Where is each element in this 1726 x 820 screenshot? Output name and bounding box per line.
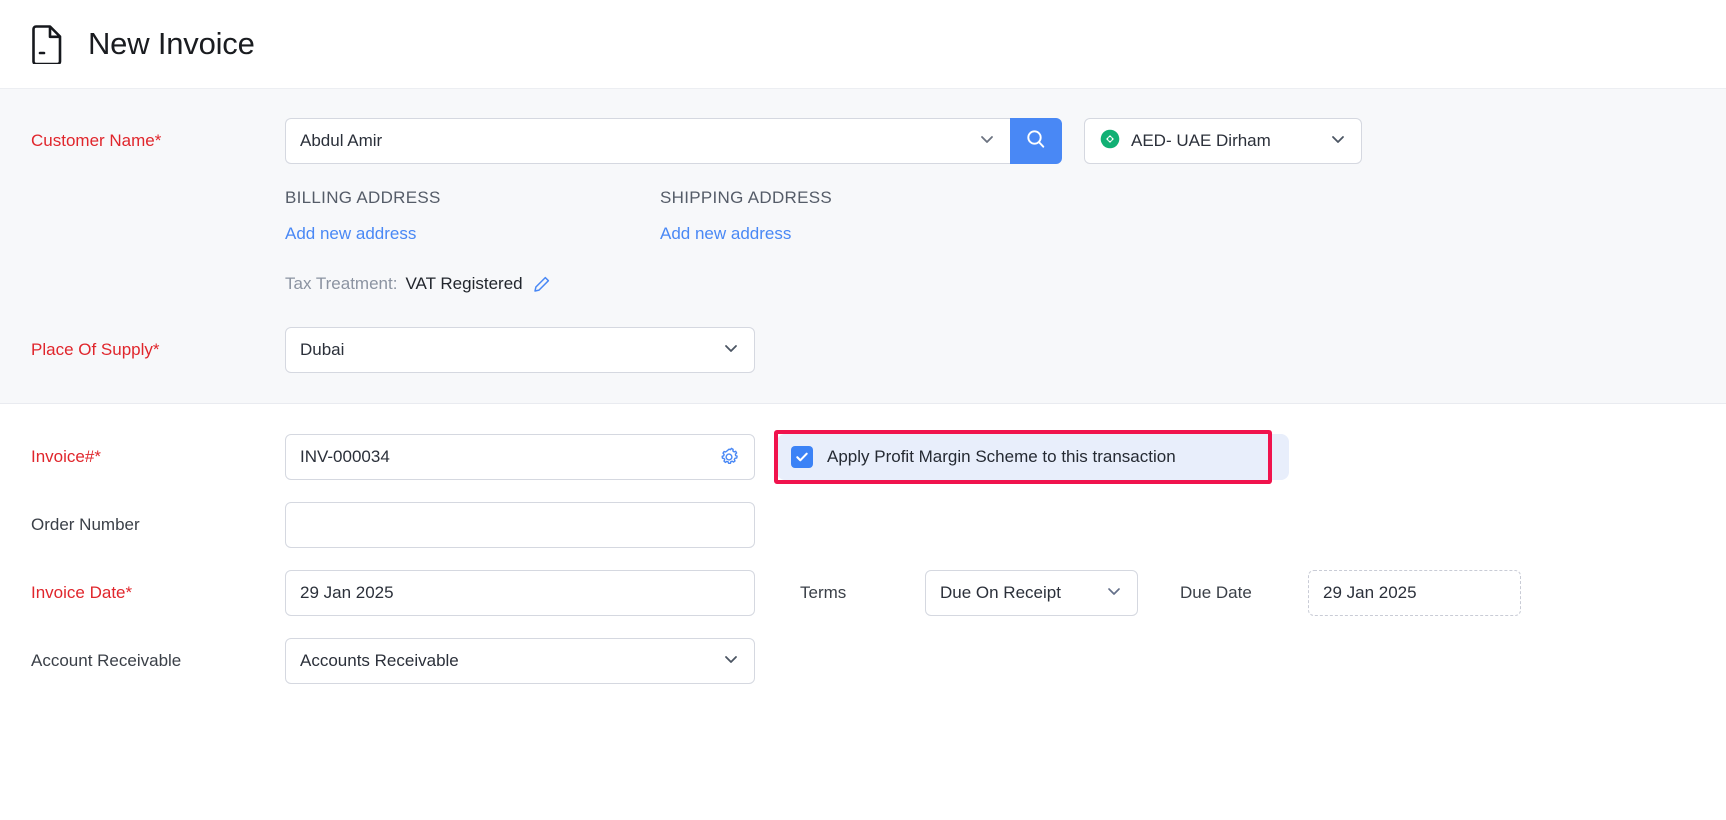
invoice-date-value: 29 Jan 2025 (300, 583, 740, 603)
currency-coin-icon (1099, 128, 1121, 155)
billing-address-col: BILLING ADDRESS Add new address (285, 188, 660, 244)
terms-select[interactable]: Due On Receipt (925, 570, 1138, 616)
profit-margin-checkbox[interactable] (791, 446, 813, 468)
order-number-input[interactable] (285, 502, 755, 548)
customer-section: Customer Name* Abdul Amir (0, 89, 1726, 404)
place-of-supply-select[interactable]: Dubai (285, 327, 755, 373)
customer-name-value: Abdul Amir (300, 131, 970, 151)
terms-label: Terms (800, 583, 925, 603)
customer-name-row: Customer Name* Abdul Amir (0, 118, 1726, 164)
account-receivable-select[interactable]: Accounts Receivable (285, 638, 755, 684)
account-receivable-value: Accounts Receivable (300, 651, 714, 671)
due-date-label: Due Date (1180, 583, 1308, 603)
invoice-details-section: Invoice#* INV-000034 A (0, 404, 1726, 684)
due-date-input[interactable]: 29 Jan 2025 (1308, 570, 1521, 616)
chevron-down-icon[interactable] (1329, 130, 1347, 153)
place-of-supply-value: Dubai (300, 340, 714, 360)
customer-name-input[interactable]: Abdul Amir (285, 118, 1010, 164)
invoice-date-label: Invoice Date* (0, 582, 285, 604)
invoice-form-page: New Invoice Customer Name* Abdul Amir (0, 0, 1726, 820)
tax-treatment-row: Tax Treatment: VAT Registered (0, 274, 1726, 294)
page-title: New Invoice (88, 26, 255, 62)
currency-value: AED- UAE Dirham (1121, 131, 1321, 151)
currency-select[interactable]: AED- UAE Dirham (1084, 118, 1362, 164)
billing-add-new-address-link[interactable]: Add new address (285, 224, 416, 244)
account-receivable-row: Account Receivable Accounts Receivable (0, 638, 1726, 684)
account-receivable-label: Account Receivable (0, 650, 285, 672)
tax-treatment-value: VAT Registered (405, 274, 522, 294)
chevron-down-icon[interactable] (978, 130, 996, 153)
invoice-date-input[interactable]: 29 Jan 2025 (285, 570, 755, 616)
invoice-number-value: INV-000034 (300, 447, 718, 467)
gear-icon[interactable] (718, 446, 740, 468)
order-number-row: Order Number (0, 502, 1726, 548)
customer-search-button[interactable] (1010, 118, 1062, 164)
profit-margin-label: Apply Profit Margin Scheme to this trans… (827, 447, 1176, 467)
checkmark-icon (794, 449, 810, 465)
shipping-address-col: SHIPPING ADDRESS Add new address (660, 188, 1035, 244)
invoice-number-label: Invoice#* (0, 446, 285, 468)
pencil-icon[interactable] (532, 275, 551, 294)
place-of-supply-row: Place Of Supply* Dubai (0, 327, 1726, 373)
chevron-down-icon[interactable] (722, 339, 740, 362)
due-date-value: 29 Jan 2025 (1323, 583, 1506, 603)
chevron-down-icon[interactable] (722, 650, 740, 673)
customer-name-label: Customer Name* (0, 130, 285, 152)
order-number-label: Order Number (0, 514, 285, 536)
tax-treatment-label: Tax Treatment: (285, 274, 397, 294)
shipping-address-title: SHIPPING ADDRESS (660, 188, 1035, 208)
profit-margin-panel[interactable]: Apply Profit Margin Scheme to this trans… (777, 434, 1289, 480)
invoice-date-row: Invoice Date* 29 Jan 2025 Terms Due On R… (0, 570, 1726, 616)
document-icon (30, 24, 66, 64)
shipping-add-new-address-link[interactable]: Add new address (660, 224, 791, 244)
page-header: New Invoice (0, 0, 1726, 89)
terms-value: Due On Receipt (940, 583, 1097, 603)
address-block: BILLING ADDRESS Add new address SHIPPING… (0, 188, 1726, 244)
chevron-down-icon[interactable] (1105, 582, 1123, 605)
invoice-number-input[interactable]: INV-000034 (285, 434, 755, 480)
invoice-number-row: Invoice#* INV-000034 A (0, 434, 1726, 480)
place-of-supply-label: Place Of Supply* (0, 339, 285, 361)
profit-margin-block: Apply Profit Margin Scheme to this trans… (777, 434, 1289, 480)
search-icon (1025, 128, 1047, 155)
billing-address-title: BILLING ADDRESS (285, 188, 660, 208)
